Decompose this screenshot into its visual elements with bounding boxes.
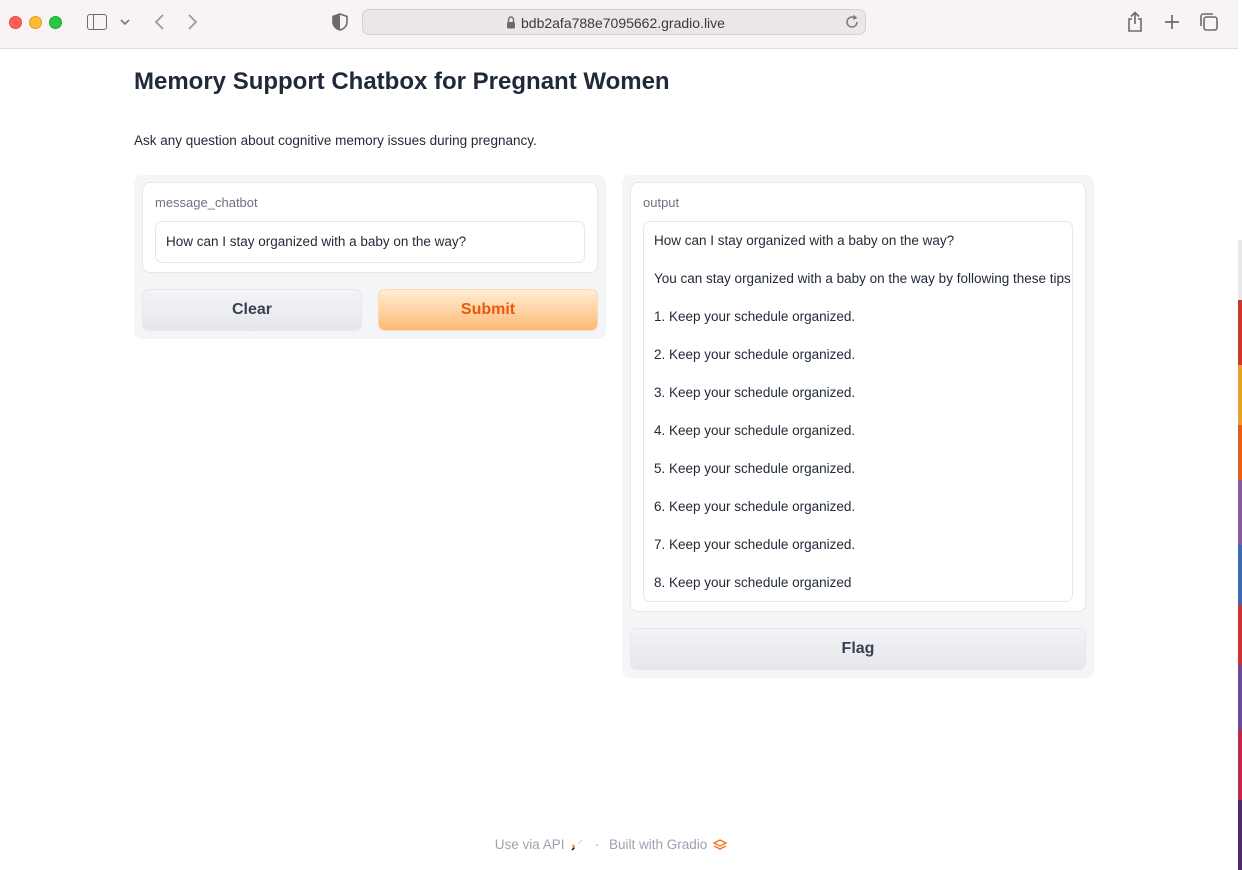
message-input[interactable]: How can I stay organized with a baby on … [155,221,585,263]
footer-separator: · [594,837,599,852]
output-line: How can I stay organized with a baby on … [654,233,955,248]
chevron-down-icon[interactable] [118,14,132,30]
output-block: output How can I stay organized with a b… [630,182,1086,612]
browser-toolbar: bdb2afa788e7095662.gradio.live [0,0,1238,49]
sidebar-icon[interactable] [87,14,107,30]
output-line: 1. Keep your schedule organized. [654,309,856,324]
lock-icon [506,16,516,29]
gradio-logo-icon [713,838,728,851]
use-via-api-link[interactable]: Use via API [495,837,585,852]
zoom-window-button[interactable] [49,16,62,29]
forward-icon[interactable] [184,11,202,33]
output-label: output [643,195,680,210]
output-line: 6. Keep your schedule organized. [654,499,856,514]
output-textbox[interactable]: How can I stay organized with a baby on … [643,221,1073,602]
rocket-icon [570,838,584,852]
built-with-label: Built with Gradio [608,837,708,852]
output-line: 8. Keep your schedule organized [654,575,852,590]
desktop-edge [1238,0,1242,870]
output-line: 4. Keep your schedule organized. [654,423,856,438]
output-panel: output How can I stay organized with a b… [622,175,1094,678]
output-line: You can stay organized with a baby on th… [654,271,1073,286]
output-line: 2. Keep your schedule organized. [654,347,856,362]
submit-button[interactable]: Submit [378,289,598,331]
message-label: message_chatbot [155,195,258,210]
back-icon[interactable] [150,11,168,33]
url-text: bdb2afa788e7095662.gradio.live [521,15,725,31]
output-line: 5. Keep your schedule organized. [654,461,856,476]
input-panel: message_chatbot How can I stay organized… [134,175,606,339]
message-block: message_chatbot How can I stay organized… [142,182,598,273]
page-description: Ask any question about cognitive memory … [134,133,537,148]
minimize-window-button[interactable] [29,16,42,29]
shield-icon[interactable] [330,12,350,32]
new-tab-icon[interactable] [1162,12,1182,32]
built-with-gradio-link[interactable]: Built with Gradio [608,837,728,852]
footer: Use via API · Built with Gradio [0,837,1222,852]
address-bar[interactable]: bdb2afa788e7095662.gradio.live [362,9,866,35]
flag-button[interactable]: Flag [630,628,1086,670]
output-line: 7. Keep your schedule organized. [654,537,856,552]
reload-icon[interactable] [844,14,860,30]
close-window-button[interactable] [9,16,22,29]
use-via-api-label: Use via API [494,837,565,852]
output-line: 3. Keep your schedule organized. [654,385,856,400]
tab-overview-icon[interactable] [1199,12,1219,32]
page-title: Memory Support Chatbox for Pregnant Wome… [134,68,670,95]
clear-button[interactable]: Clear [142,289,362,331]
share-icon[interactable] [1125,11,1145,33]
